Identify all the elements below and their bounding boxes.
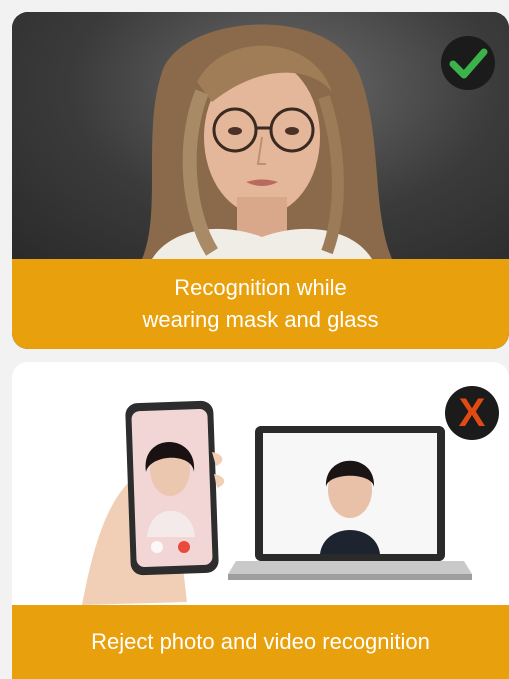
reject-caption: Reject photo and video recognition bbox=[12, 605, 509, 679]
accept-caption-line2: wearing mask and glass bbox=[142, 307, 379, 332]
accept-caption: Recognition while wearing mask and glass bbox=[12, 259, 509, 349]
reject-badge: X bbox=[445, 386, 499, 440]
accept-caption-line1: Recognition while bbox=[174, 275, 347, 300]
woman-with-glasses-photo bbox=[12, 12, 509, 259]
phone-and-laptop-photo bbox=[12, 362, 509, 605]
accept-card: Recognition while wearing mask and glass bbox=[12, 12, 509, 349]
reject-card: X Reject photo and video recognition bbox=[12, 362, 509, 679]
check-badge bbox=[441, 36, 495, 90]
check-icon bbox=[449, 48, 488, 79]
x-icon: X bbox=[458, 390, 486, 435]
